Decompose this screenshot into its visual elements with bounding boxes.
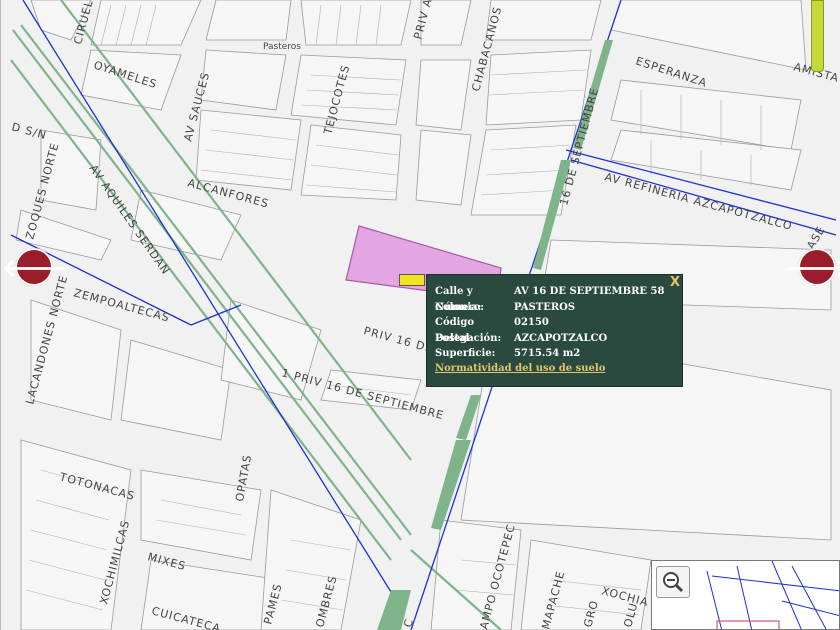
popup-key: Código Postal: (435, 317, 475, 344)
popup-row-address: Calle y Número: AV 16 DE SEPTIEMBRE 58 (435, 284, 674, 313)
zoom-out-button[interactable] (656, 566, 690, 598)
map-scroll-handle[interactable] (811, 0, 824, 72)
popup-row-postal-code: Código Postal: 02150 (435, 315, 674, 344)
popup-key: Calle y Número: (435, 286, 484, 313)
popup-value: 02150 (514, 317, 549, 328)
land-use-regulation-link[interactable]: Normatividad del uso de suelo (435, 363, 674, 374)
popup-row-superficie: Superficie: 5715.54 m2 (435, 346, 674, 362)
popup-row-delegacion: Delegación: AZCAPOTZALCO (435, 331, 674, 347)
neighborhood-label-pasteros: Pasteros (263, 42, 301, 52)
close-popup-button[interactable]: X (670, 275, 680, 290)
arrow-left-icon: 🡐 (1, 253, 67, 282)
popup-value: AV 16 DE SEPTIEMBRE 58 (514, 286, 665, 297)
map-canvas[interactable]: CIRUELOS OYAMELES AV SAUCES TEJOCOTES PR… (0, 0, 840, 630)
prev-arrow-button[interactable]: 🡐 (2, 248, 66, 286)
location-marker[interactable] (399, 274, 425, 286)
popup-key: Delegación: (435, 332, 502, 344)
arrow-right-icon: 🡒 (784, 253, 840, 282)
popup-key: Colonia: (435, 301, 482, 313)
popup-key: Superficie: (435, 348, 496, 359)
popup-row-colonia: Colonia: PASTEROS (435, 300, 674, 316)
popup-value: AZCAPOTZALCO (514, 332, 608, 344)
next-arrow-button[interactable]: 🡒 (785, 248, 840, 286)
zoom-out-icon (663, 572, 684, 593)
info-popup: X Calle y Número: AV 16 DE SEPTIEMBRE 58… (426, 274, 683, 387)
popup-value: 5715.54 m2 (514, 348, 581, 359)
map-base: CIRUELOS OYAMELES AV SAUCES TEJOCOTES PR… (1, 0, 840, 630)
popup-value: PASTEROS (514, 301, 576, 313)
